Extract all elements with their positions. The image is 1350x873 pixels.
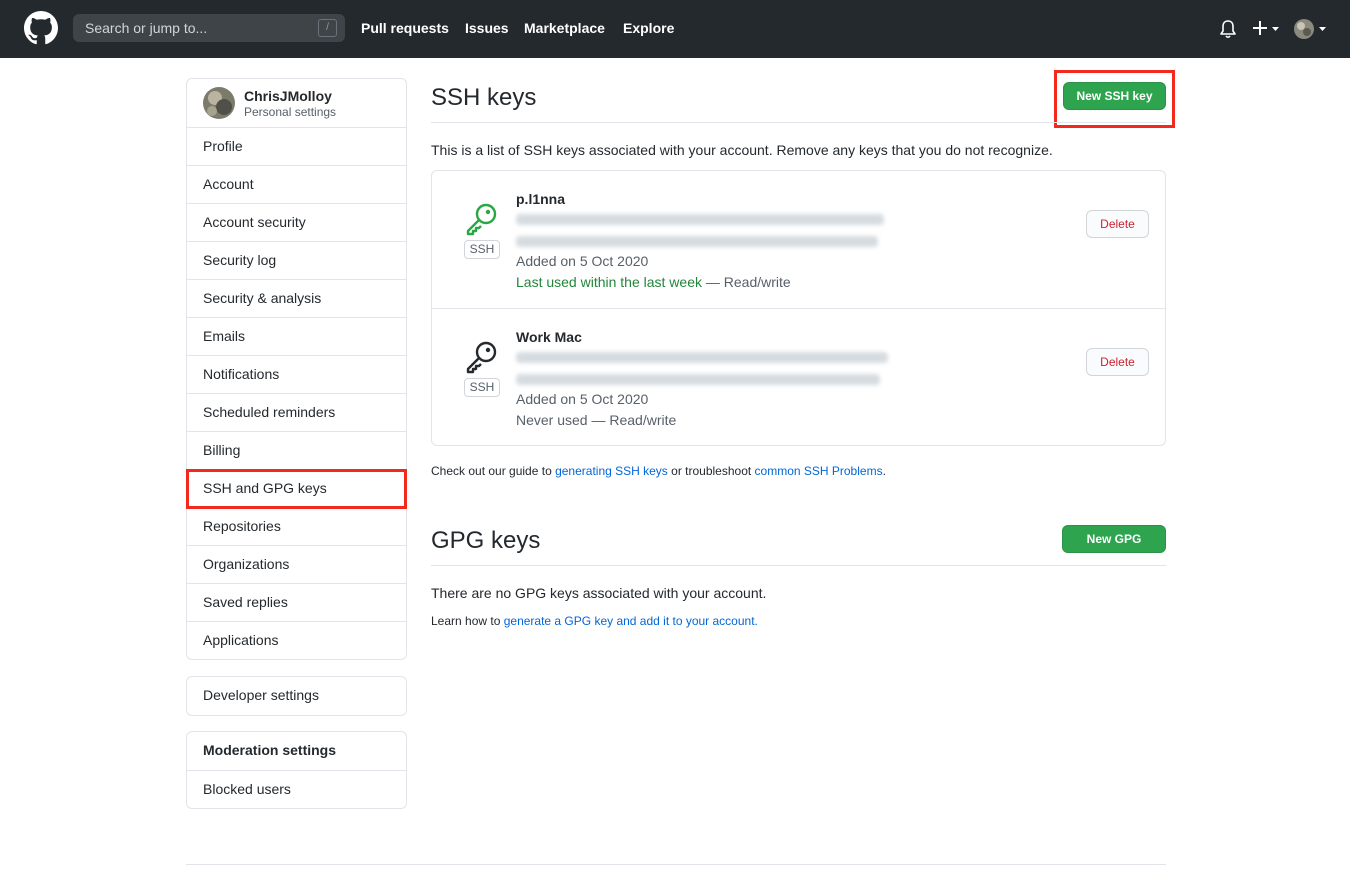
settings-menu: ChrisJMolloy Personal settings Profile A… [186,78,407,660]
footer-divider [186,864,1166,865]
sidebar-item-developer-settings[interactable]: Developer settings [187,677,406,715]
ssh-key-fingerprint-blurred [516,214,884,225]
user-header[interactable]: ChrisJMolloy Personal settings [187,79,406,127]
avatar [203,87,235,119]
username[interactable]: ChrisJMolloy [244,88,332,104]
ssh-badge: SSH [464,240,500,259]
ssh-guide-prefix: Check out our guide to [431,464,556,478]
sidebar-item-notifications[interactable]: Notifications [187,355,406,393]
ssh-key-usage: Last used within the last week — Read/wr… [516,274,791,290]
sidebar-item-profile[interactable]: Profile [187,127,406,165]
ssh-key-added-date: Added on 5 Oct 2020 [516,253,649,269]
gpg-learn-text: Learn how to generate a GPG key and add … [431,614,758,628]
sidebar-item-saved-replies[interactable]: Saved replies [187,583,406,621]
ssh-title-divider [431,122,1166,123]
ssh-key-title: p.l1nna [516,191,566,207]
ssh-key-last-used: Never used [516,412,588,428]
sidebar-item-organizations[interactable]: Organizations [187,545,406,583]
sidebar-item-security-analysis[interactable]: Security & analysis [187,279,406,317]
sidebar-item-account[interactable]: Account [187,165,406,203]
new-gpg-key-button[interactable]: New GPG key [1062,525,1166,572]
plus-icon[interactable] [1252,17,1280,39]
sidebar-item-blocked-users[interactable]: Blocked users [187,770,406,808]
gpg-empty-message: There are no GPG keys associated with yo… [431,585,767,601]
ssh-guide-text: Check out our guide to generating SSH ke… [431,464,886,478]
generating-ssh-keys-link[interactable]: generating SSH keys [555,464,668,478]
sidebar-item-applications[interactable]: Applications [187,621,406,659]
common-ssh-problems-link[interactable]: common SSH Problems [755,464,883,478]
moderation-settings-heading: Moderation settings [203,742,337,758]
sidebar-item-security-log[interactable]: Security log [187,241,406,279]
nav-marketplace[interactable]: Marketplace [524,20,605,36]
ssh-key-fingerprint-blurred [516,236,878,247]
generate-gpg-key-link[interactable]: generate a GPG key and add it to your ac… [504,614,755,628]
ssh-keys-title: SSH keys [431,84,537,111]
ssh-guide-middle: or troubleshoot [667,464,755,478]
search-shortcut-hint: / [318,19,337,37]
delete-key-button[interactable]: Delete [1086,210,1149,238]
top-navbar: Search or jump to... / Pull requests Iss… [0,0,1350,58]
sidebar-item-emails[interactable]: Emails [187,317,406,355]
personal-settings-label: Personal settings [244,105,337,119]
search-input[interactable]: Search or jump to... / [73,14,345,42]
key-icon-green [466,203,497,236]
gpg-learn-suffix: . [754,614,758,628]
sidebar-item-scheduled-reminders[interactable]: Scheduled reminders [187,393,406,431]
search-placeholder: Search or jump to... [85,20,208,36]
gpg-title-divider [431,565,1166,566]
ssh-key-item: SSH p.l1nna Added on 5 Oct 2020 Last use… [432,171,1165,309]
ssh-key-list: SSH p.l1nna Added on 5 Oct 2020 Last use… [431,170,1166,446]
ssh-key-title: Work Mac [516,329,582,345]
ssh-key-access: — Read/write [587,412,677,428]
ssh-key-item: SSH Work Mac Added on 5 Oct 2020 Never u… [432,308,1165,446]
ssh-key-last-used: Last used within the last week [516,274,702,290]
avatar-icon[interactable] [1294,18,1334,40]
github-logo-icon[interactable] [24,11,58,45]
nav-issues[interactable]: Issues [465,20,509,36]
sidebar-item-ssh-gpg-keys[interactable]: SSH and GPG keys [187,469,406,507]
ssh-badge: SSH [464,378,500,397]
ssh-key-added-date: Added on 5 Oct 2020 [516,391,649,407]
ssh-key-usage: Never used — Read/write [516,412,676,428]
nav-explore[interactable]: Explore [623,20,674,36]
ssh-description: This is a list of SSH keys associated wi… [431,142,1053,158]
developer-menu: Developer settings [186,676,407,716]
new-ssh-key-button[interactable]: New SSH key [1063,82,1166,110]
ssh-key-fingerprint-blurred [516,352,888,363]
delete-key-button[interactable]: Delete [1086,348,1149,376]
ssh-key-fingerprint-blurred [516,374,880,385]
sidebar-item-account-security[interactable]: Account security [187,203,406,241]
sidebar-item-billing[interactable]: Billing [187,431,406,469]
sidebar-item-repositories[interactable]: Repositories [187,507,406,545]
gpg-learn-prefix: Learn how to [431,614,504,628]
ssh-guide-suffix: . [882,464,886,478]
key-icon [466,341,497,374]
bell-icon[interactable] [1219,19,1237,39]
ssh-key-access: — Read/write [702,274,791,290]
nav-pull-requests[interactable]: Pull requests [361,20,449,36]
gpg-keys-title: GPG keys [431,527,541,554]
moderation-menu: Moderation settings Blocked users [186,731,407,809]
